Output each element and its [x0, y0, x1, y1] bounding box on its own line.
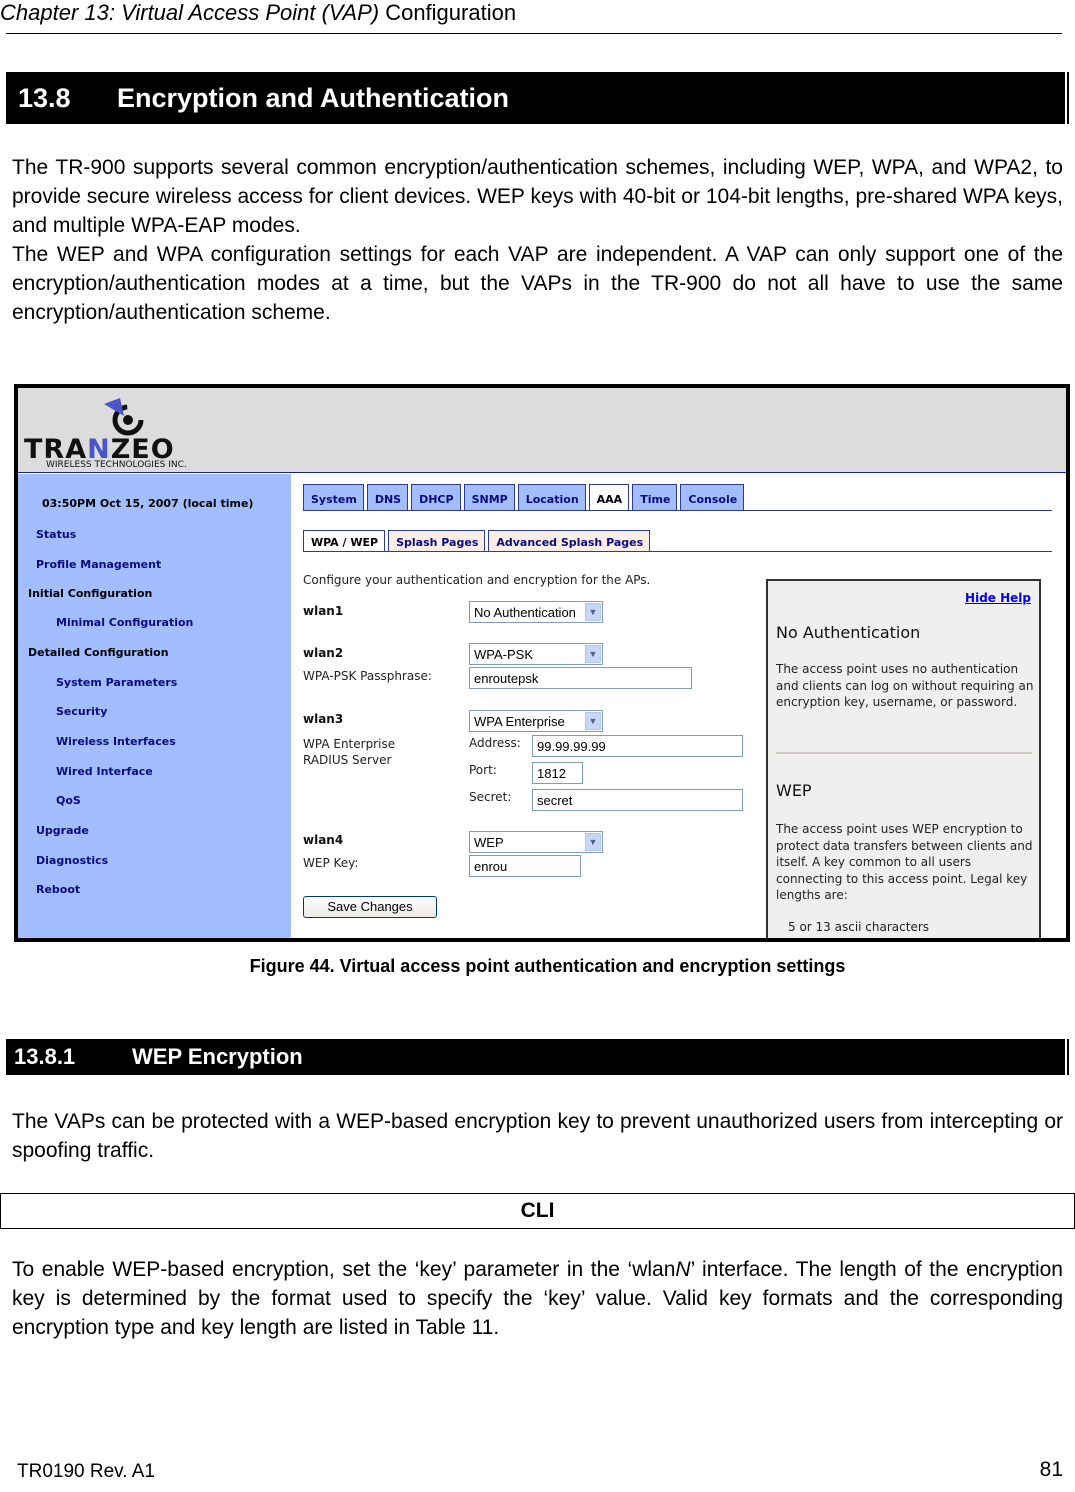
sidebar-item-status[interactable]: Status — [36, 528, 76, 541]
logo-tagline: WIRELESS TECHNOLOGIES INC. — [46, 460, 187, 470]
wpa-psk-passphrase-label: WPA-PSK Passphrase: — [303, 669, 432, 683]
chapter-title-suffix: Configuration — [379, 0, 517, 25]
save-changes-button[interactable]: Save Changes — [303, 896, 437, 918]
app-header: TRANZEO WIRELESS TECHNOLOGIES INC. — [18, 388, 1066, 473]
help-divider — [776, 752, 1032, 754]
wlan1-mode-value: No Authentication — [474, 605, 576, 620]
chevron-down-icon: ▼ — [585, 833, 601, 851]
sidebar-item-qos[interactable]: QoS — [56, 794, 81, 807]
figure-screenshot: TRANZEO WIRELESS TECHNOLOGIES INC. 03:50… — [14, 384, 1070, 942]
chevron-down-icon: ▼ — [585, 645, 601, 663]
wlan2-mode-select[interactable]: WPA-PSK ▼ — [469, 643, 603, 665]
help-heading: No Authentication — [776, 623, 921, 642]
paragraph: The WEP and WPA configuration settings f… — [12, 243, 1063, 324]
radius-secret-input[interactable]: secret — [532, 789, 743, 811]
subtab-wpa-wep[interactable]: WPA / WEP — [303, 530, 386, 552]
subsection-bar-edge — [1067, 1039, 1069, 1075]
chapter-header: Chapter 13: Virtual Access Point (VAP) C… — [0, 0, 516, 26]
section-bar-edge — [1067, 72, 1069, 124]
tab-dns[interactable]: DNS — [366, 484, 409, 510]
subsection-heading: 13.8.1 WEP Encryption — [6, 1039, 1065, 1075]
wlan4-label: wlan4 — [303, 833, 344, 847]
section-heading: 13.8 Encryption and Authentication — [6, 72, 1065, 124]
tabs-divider — [303, 510, 1052, 511]
radius-port-input[interactable]: 1812 — [532, 762, 583, 784]
help-panel: Hide Help No Authentication The access p… — [766, 579, 1041, 938]
help-text: The access point uses no authentication … — [776, 662, 1034, 709]
tab-time[interactable]: Time — [632, 484, 678, 510]
wlan2-mode-value: WPA-PSK — [474, 647, 533, 662]
help-key-length: 5 or 13 ascii characters — [788, 920, 930, 934]
tab-snmp[interactable]: SNMP — [463, 484, 515, 510]
radius-port-label: Port: — [469, 763, 497, 777]
figure-caption: Figure 44. Virtual access point authenti… — [249, 956, 846, 976]
sidebar-item-wireless-interfaces[interactable]: Wireless Interfaces — [56, 735, 176, 748]
sidebar-item-wired-interface[interactable]: Wired Interface — [56, 765, 153, 778]
tab-dhcp[interactable]: DHCP — [411, 484, 461, 510]
help-text: The access point uses WEP encryption to … — [776, 822, 1033, 902]
wlan1-mode-select[interactable]: No Authentication ▼ — [469, 601, 603, 623]
footer-page-number: 81 — [1039, 1458, 1063, 1481]
tab-console[interactable]: Console — [680, 484, 745, 510]
sub-tabs: WPA / WEP Splash Pages Advanced Splash P… — [303, 530, 653, 552]
chevron-down-icon: ▼ — [585, 712, 601, 730]
footer-doc-id: TR0190 Rev. A1 — [17, 1461, 156, 1482]
intro-text: Configure your authentication and encryp… — [303, 573, 651, 587]
radius-secret-label: Secret: — [469, 790, 512, 804]
cli-label-box: CLI — [0, 1193, 1075, 1229]
sidebar-heading-detailed-configuration: Detailed Configuration — [28, 646, 169, 659]
cli-paragraph: To enable WEP-based encryption, set the … — [12, 1258, 1063, 1339]
main-tabs: System DNS DHCP SNMP Location AAA Time C… — [303, 484, 747, 511]
wpa-psk-passphrase-input[interactable]: enroutepsk — [469, 667, 692, 689]
wep-key-input[interactable]: enrou — [469, 855, 581, 877]
wlan3-label: wlan3 — [303, 712, 344, 726]
sidebar-item-profile-management[interactable]: Profile Management — [36, 558, 161, 571]
wlan2-label: wlan2 — [303, 646, 344, 660]
header-rule — [6, 33, 1062, 34]
wep-key-label: WEP Key: — [303, 856, 359, 870]
subtab-advanced-splash-pages[interactable]: Advanced Splash Pages — [488, 530, 651, 551]
sidebar-item-reboot[interactable]: Reboot — [36, 883, 80, 896]
wlan4-mode-value: WEP — [474, 835, 504, 850]
radius-label-line2: RADIUS Server — [303, 753, 392, 767]
paragraph: The TR-900 supports several common encry… — [12, 156, 1063, 237]
sidebar-item-system-parameters[interactable]: System Parameters — [56, 676, 177, 689]
tab-location[interactable]: Location — [517, 484, 586, 510]
wlan3-mode-select[interactable]: WPA Enterprise ▼ — [469, 710, 603, 732]
section-number: 13.8 — [18, 83, 71, 113]
wlan3-mode-value: WPA Enterprise — [474, 714, 565, 729]
tab-aaa[interactable]: AAA — [588, 484, 630, 511]
radius-label-line1: WPA Enterprise — [303, 737, 396, 751]
subtab-splash-pages[interactable]: Splash Pages — [388, 530, 486, 551]
sidebar: 03:50PM Oct 15, 2007 (local time) Status… — [18, 474, 291, 938]
sidebar-item-minimal-configuration[interactable]: Minimal Configuration — [56, 616, 193, 629]
sidebar-item-security[interactable]: Security — [56, 705, 107, 718]
radius-address-label: Address: — [469, 736, 521, 750]
sidebar-heading-initial-configuration: Initial Configuration — [28, 587, 153, 600]
section-title: Encryption and Authentication — [117, 83, 510, 113]
paragraph: The VAPs can be protected with a WEP-bas… — [12, 1110, 1063, 1162]
radius-address-input[interactable]: 99.99.99.99 — [532, 735, 743, 757]
subtabs-divider — [303, 551, 1052, 552]
local-time: 03:50PM Oct 15, 2007 (local time) — [42, 497, 254, 510]
main-panel: System DNS DHCP SNMP Location AAA Time C… — [291, 474, 1066, 938]
tranzeo-logo-icon — [104, 398, 144, 436]
subsection-title: WEP Encryption — [132, 1044, 303, 1069]
chapter-title: Chapter 13: Virtual Access Point (VAP) — [0, 0, 380, 25]
hide-help-link[interactable]: Hide Help — [965, 591, 1031, 605]
subsection-number: 13.8.1 — [14, 1044, 76, 1069]
chevron-down-icon: ▼ — [585, 603, 601, 621]
wlan1-label: wlan1 — [303, 604, 344, 618]
sidebar-item-diagnostics[interactable]: Diagnostics — [36, 854, 108, 867]
help-key-length: 10 or 26 hex digits — [788, 936, 1048, 938]
wlan4-mode-select[interactable]: WEP ▼ — [469, 831, 603, 853]
sidebar-item-upgrade[interactable]: Upgrade — [36, 824, 89, 837]
help-heading: WEP — [776, 781, 812, 800]
tab-system[interactable]: System — [303, 484, 364, 510]
